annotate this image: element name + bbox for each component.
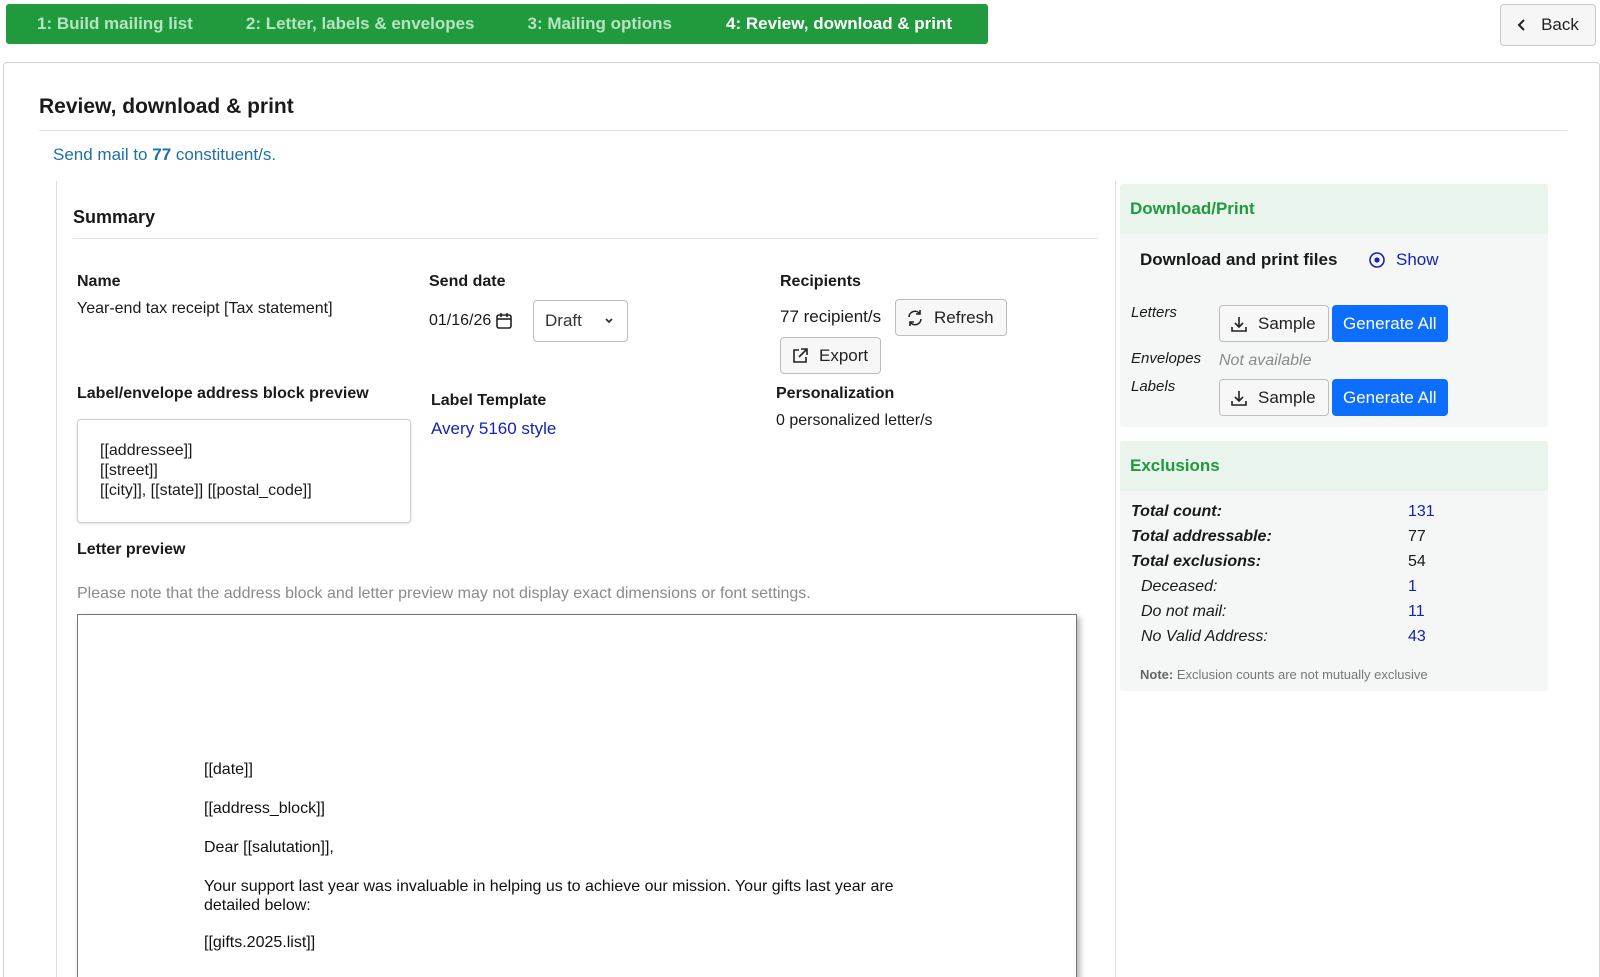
letters-generate-all-button[interactable]: Generate All [1332,305,1448,342]
letters-label: Letters [1131,304,1177,321]
letter-preview-label: Letter preview [77,541,186,558]
status-value: Draft [545,311,582,330]
refresh-icon [908,309,922,326]
chevron-down-icon [605,318,613,324]
exclusions-title: Exclusions [1120,441,1548,491]
send-date-value: 01/16/26 [429,312,492,329]
address-line: [[city]], [[state]] [[postal_code]] [100,482,312,499]
exclusion-label: No Valid Address: [1141,628,1268,645]
name-label: Name [77,273,121,290]
exclusion-label: Total exclusions: [1131,553,1262,570]
step-mailing-options[interactable]: 3: Mailing options [475,14,673,34]
download-print-title: Download/Print [1120,184,1548,234]
step-letter-labels-envelopes[interactable]: 2: Letter, labels & envelopes [193,14,475,34]
letter-preview-note: Please note that the address block and l… [77,585,811,602]
exclusion-value-no-valid-address[interactable]: 43 [1408,628,1426,646]
summary-divider [73,238,1098,239]
exclusions-note: Note: Exclusion counts are not mutually … [1140,667,1428,682]
exclusion-label: Do not mail: [1141,603,1227,620]
recipients-label: Recipients [780,273,861,290]
letter-line: [[gifts.2025.list]] [204,934,316,951]
personalization-value: 0 personalized letter/s [776,412,933,429]
address-block-label: Label/envelope address block preview [77,385,369,402]
label-template-link[interactable]: Avery 5160 style [431,419,556,439]
send-date-field[interactable]: 01/16/26 [429,312,513,330]
exclusion-label: Deceased: [1141,578,1218,595]
calendar-icon[interactable] [495,312,513,330]
label-template-label: Label Template [431,392,547,409]
name-value: Year-end tax receipt [Tax statement] [77,300,333,317]
labels-label: Labels [1131,378,1176,395]
summary-title: Summary [73,207,156,227]
exclusion-value-deceased[interactable]: 1 [1408,578,1417,596]
page-title: Review, download & print [39,95,294,118]
send-mail-summary: Send mail to 77 constituent/s. [53,145,277,164]
download-icon [1231,390,1247,406]
eye-icon [1369,252,1385,268]
step-build-mailing-list[interactable]: 1: Build mailing list [6,14,193,34]
letter-line: [[date]] [204,761,253,778]
show-files-toggle[interactable]: Show [1368,250,1439,270]
back-label: Back [1541,15,1579,34]
wizard-steps: 1: Build mailing list 2: Letter, labels … [6,4,988,44]
exclusion-value-total-count[interactable]: 131 [1408,503,1435,521]
labels-generate-all-button[interactable]: Generate All [1332,379,1448,416]
summary-section: Summary Name Year-end tax receipt [Tax s… [56,181,1116,977]
show-label: Show [1396,250,1439,269]
exclusion-value-total-addressable: 77 [1408,528,1426,545]
personalization-label: Personalization [776,385,895,402]
back-button[interactable]: Back [1500,4,1596,46]
export-label: Export [819,345,869,365]
download-print-panel: Download/Print Download and print files … [1120,184,1548,427]
chevron-left-icon [1517,19,1525,31]
exclusion-label: Total addressable: [1131,528,1272,545]
title-divider [39,130,1567,131]
export-button[interactable]: Export [780,337,882,374]
letter-line: Your support last year was invaluable in… [204,878,894,895]
send-date-label: Send date [429,273,506,290]
exclusion-label: Total count: [1131,503,1222,520]
status-select[interactable]: Draft [533,300,628,342]
letter-line: Dear [[salutation]], [204,839,334,856]
exclusion-value-total-exclusions: 54 [1408,553,1426,570]
address-line: [[street]] [100,462,158,479]
download-files-label: Download and print files [1140,250,1338,269]
letter-preview: [[date]] [[address_block]] Dear [[saluta… [77,614,1077,977]
refresh-label: Refresh [934,307,994,327]
download-icon [1231,316,1247,332]
exclusion-value-do-not-mail[interactable]: 11 [1408,603,1425,621]
letter-line: detailed below: [204,897,311,914]
refresh-button[interactable]: Refresh [895,299,1007,336]
recipients-value: 77 recipient/s [780,307,882,326]
letters-sample-button[interactable]: Sample [1219,305,1329,342]
envelopes-label: Envelopes [1131,350,1202,367]
address-block-preview: [[addressee]] [[street]] [[city]], [[sta… [77,419,411,523]
step-review-download-print[interactable]: 4: Review, download & print [672,14,952,34]
envelopes-not-available: Not available [1219,352,1312,369]
labels-sample-button[interactable]: Sample [1219,379,1329,416]
external-link-icon [793,347,808,363]
exclusions-panel: Exclusions Total count: 131 Total addres… [1120,441,1548,691]
letter-line: [[address_block]] [204,800,325,817]
address-line: [[addressee]] [100,442,193,459]
